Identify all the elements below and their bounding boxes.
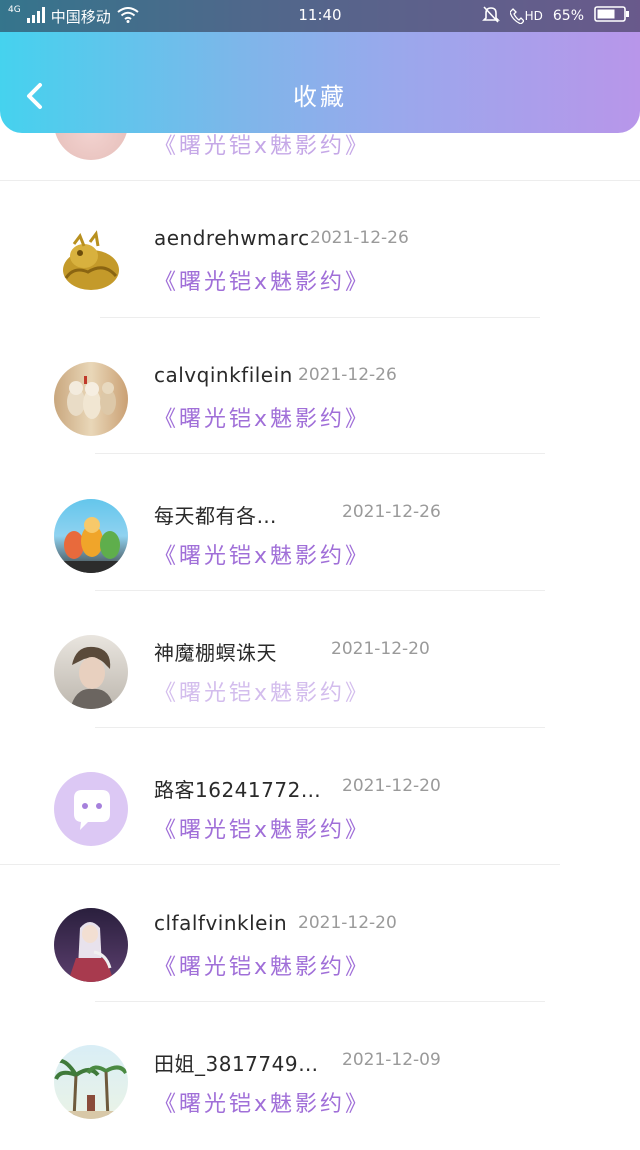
date: 2021-12-26 [310,228,409,248]
battery-icon [594,5,630,27]
username: clfalfvinklein [154,911,288,935]
username: 路客16241772… [154,778,322,802]
avatar [54,499,128,573]
username: aendrehwmarc [154,226,310,250]
default-avatar-icon [54,772,128,846]
divider [100,317,540,318]
avatar [54,226,128,300]
list-item[interactable]: aendrehwmarc 2021-12-26 《曙光铠x魅影约》 [0,192,640,328]
call-hd-icon: HD [509,8,543,24]
work-title[interactable]: 《曙光铠x魅影约》 [154,675,370,707]
mute-bell-icon [481,5,500,27]
date: 2021-12-26 [342,502,441,522]
work-title[interactable]: 《曙光铠x魅影约》 [154,538,370,570]
divider [0,180,640,181]
avatar [54,1045,128,1119]
username: calvqinkfilein [154,363,293,387]
divider [95,727,545,728]
list-item[interactable]: 路客16241772… 2021-12-20 《曙光铠x魅影约》 [0,740,640,876]
favorites-list: 《曙光铠x魅影约》 aendrehwmarc 2021-12-26 《曙光铠x魅… [0,0,640,1138]
list-item[interactable]: 神魔棚螟诛天 2021-12-20 《曙光铠x魅影约》 [0,603,640,739]
work-title[interactable]: 《曙光铠x魅影约》 [154,949,370,981]
page-title: 收藏 [293,83,347,111]
list-item[interactable]: clfalfvinklein 2021-12-20 《曙光铠x魅影约》 [0,877,640,1013]
work-title[interactable]: 《曙光铠x魅影约》 [154,1086,370,1118]
avatar [54,362,128,436]
work-title[interactable]: 《曙光铠x魅影约》 [154,812,370,844]
hd-label: HD [524,9,543,23]
work-title[interactable]: 《曙光铠x魅影约》 [154,264,370,296]
list-item[interactable]: 田姐_3817749… 2021-12-09 《曙光铠x魅影约》 [0,1014,640,1150]
date: 2021-12-26 [298,365,397,385]
date: 2021-12-20 [298,913,397,933]
username: 每天都有各… [154,504,277,528]
date: 2021-12-20 [342,776,441,796]
date: 2021-12-20 [331,639,430,659]
username: 田姐_3817749… [154,1052,319,1076]
divider [0,864,560,865]
divider [95,1001,545,1002]
avatar [54,908,128,982]
list-item[interactable]: calvqinkfilein 2021-12-26 《曙光铠x魅影约》 [0,329,640,465]
status-bar: 4G 中国移动 11:40 HD 65% [0,0,640,32]
header: 4G 中国移动 11:40 HD 65% 收藏 [0,0,640,133]
divider [95,590,545,591]
username: 神魔棚螟诛天 [154,641,277,665]
date: 2021-12-09 [342,1050,441,1070]
work-title[interactable]: 《曙光铠x魅影约》 [154,401,370,433]
divider [95,453,545,454]
avatar [54,635,128,709]
list-item[interactable]: 每天都有各… 2021-12-26 《曙光铠x魅影约》 [0,466,640,602]
battery-percent: 65% [552,8,584,24]
